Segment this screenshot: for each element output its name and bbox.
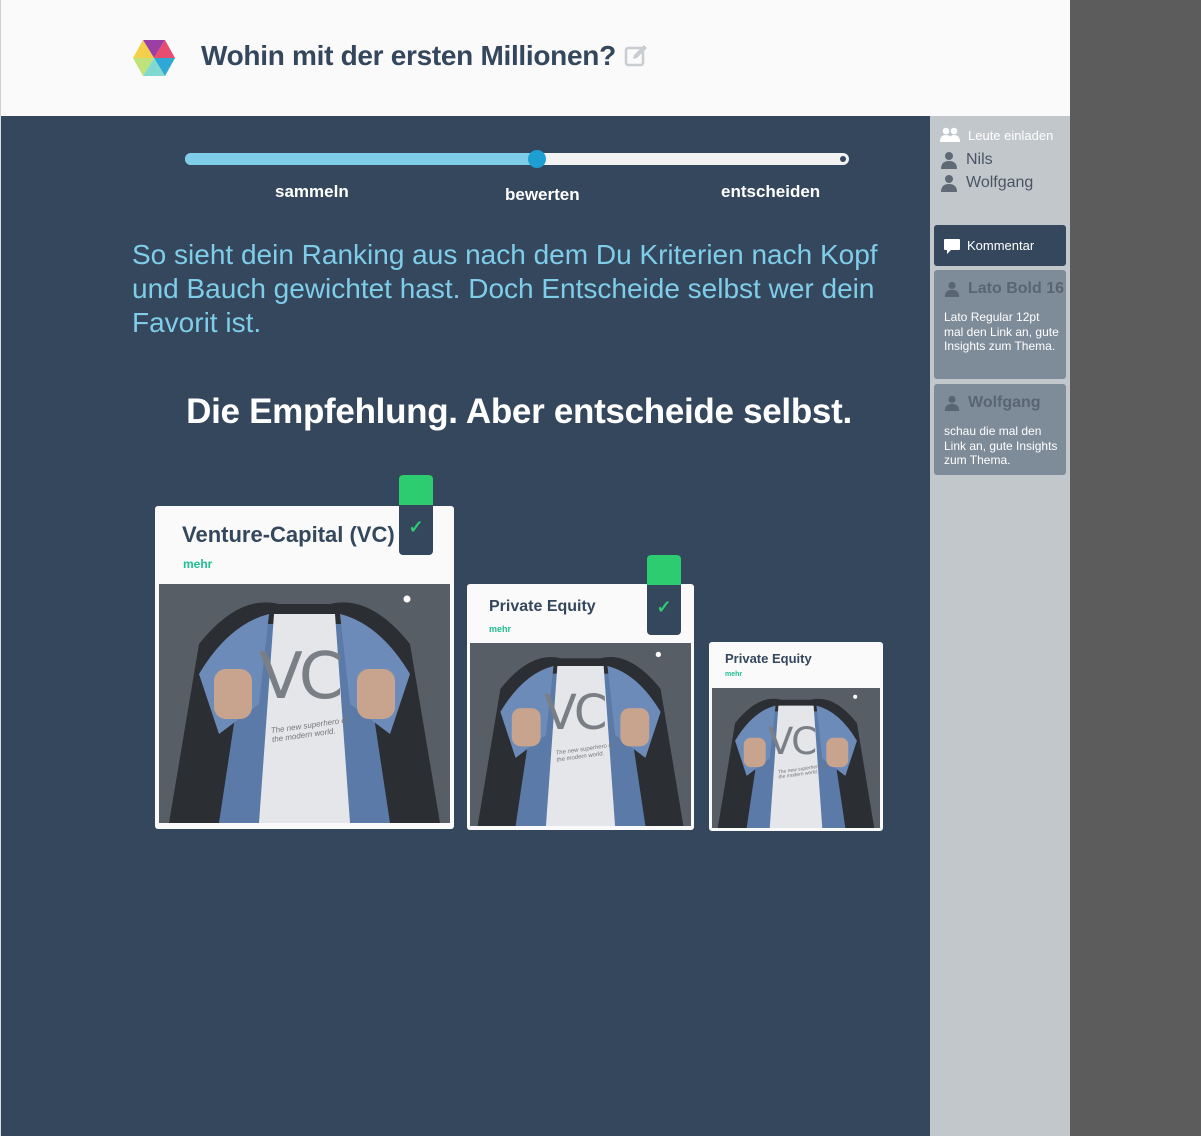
more-link[interactable]: mehr [725, 671, 742, 678]
intro-text: So sieht dein Ranking aus nach dem Du Kr… [132, 239, 878, 338]
progress-fill [185, 153, 537, 165]
people-icon [940, 127, 960, 142]
comment-card: Lato Bold 16 Lato Regular 12pt mal den L… [934, 270, 1066, 379]
more-link[interactable]: mehr [183, 557, 212, 571]
step-sammeln[interactable]: sammeln [275, 182, 349, 202]
page-title: Wohin mit der ersten Millionen? [201, 40, 616, 71]
person-item[interactable]: Wolfgang [940, 174, 1033, 192]
check-icon: ✓ [408, 517, 424, 537]
check-tab-top [399, 475, 433, 505]
selected-checkbox-private-equity[interactable]: ✓ [647, 555, 681, 635]
card-image: VC The new superhero of the modern world… [712, 688, 880, 828]
card-title: Private Equity [725, 651, 812, 666]
app-window: Wohin mit der ersten Millionen? sammeln … [0, 0, 1070, 1136]
comment-author: Lato Bold 16 [944, 280, 1064, 298]
selected-checkbox-vc[interactable]: ✓ [399, 475, 433, 555]
card-image-text: VC [259, 640, 343, 714]
header: Wohin mit der ersten Millionen? [0, 0, 1070, 116]
progress-end-dot [840, 156, 846, 162]
person-name: Nils [966, 151, 993, 168]
person-item[interactable]: Nils [940, 151, 993, 169]
hexagon-logo-icon[interactable] [133, 38, 175, 78]
card-title: Private Equity [489, 598, 596, 615]
person-icon [941, 152, 957, 169]
person-icon [944, 281, 960, 297]
recommendation-headline: Die Empfehlung. Aber entscheide selbst. [186, 392, 852, 431]
check-tab-top [647, 555, 681, 585]
sidebar: Leute einladen Nils Wolfgang Kommentar L… [930, 116, 1070, 1136]
invite-label: Leute einladen [968, 127, 1054, 143]
comment-author: Wolfgang [944, 394, 1041, 412]
check-icon: ✓ [656, 597, 672, 617]
person-icon [941, 175, 957, 192]
comment-text: Lato Regular 12pt mal den Link an, gute … [944, 310, 1059, 353]
step-entscheiden[interactable]: entscheiden [721, 182, 820, 202]
card-image: VC The new superhero of the modern world… [159, 584, 450, 823]
comment-button-label: Kommentar [967, 238, 1035, 253]
progress-bar[interactable] [185, 150, 849, 168]
comment-author-name: Wolfgang [968, 394, 1041, 411]
edit-icon[interactable] [624, 44, 648, 68]
more-link[interactable]: mehr [489, 624, 511, 634]
invite-people-button[interactable]: Leute einladen [940, 127, 1053, 143]
comment-button[interactable]: Kommentar [934, 225, 1066, 266]
comment-icon [944, 238, 960, 254]
option-card-private-equity-2[interactable]: Private Equity mehr VC The new superhero… [709, 642, 883, 831]
comment-card: Wolfgang schau die mal den Link an, gute… [934, 384, 1066, 475]
comment-text: schau die mal den Link an, gute Insights… [944, 424, 1058, 467]
card-image-text: VC [544, 685, 607, 741]
card-image-text: VC [768, 720, 817, 763]
main-content: sammeln bewerten entscheiden So sieht de… [0, 116, 930, 1136]
comment-author-name: Lato Bold 16 [968, 280, 1065, 297]
person-name: Wolfgang [966, 174, 1034, 191]
card-image: VC The new superhero of the modern world… [470, 643, 691, 826]
progress-knob[interactable] [527, 150, 546, 168]
step-bewerten[interactable]: bewerten [505, 185, 580, 205]
person-icon [944, 395, 960, 411]
card-title: Venture-Capital (VC) [182, 522, 395, 547]
